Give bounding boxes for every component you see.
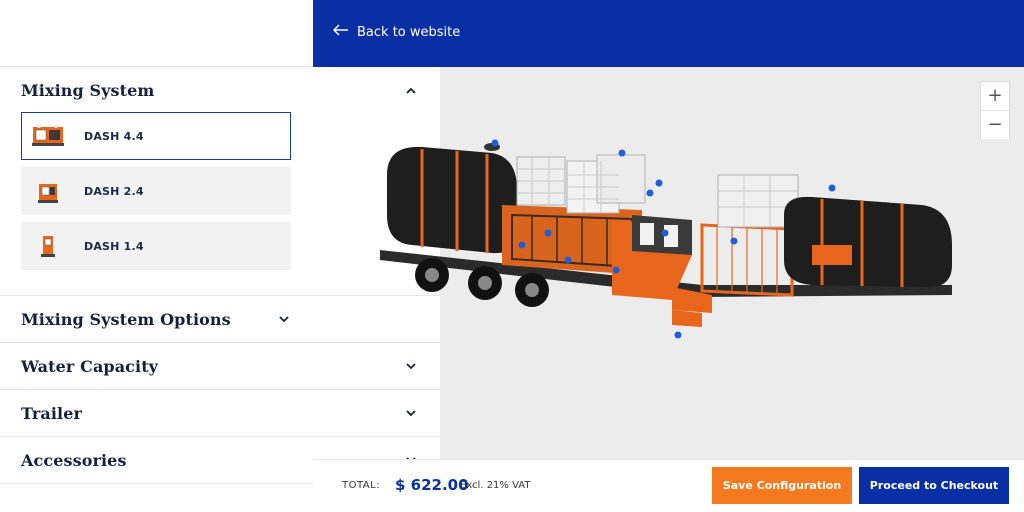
section-title: Mixing System Options — [21, 309, 231, 329]
save-configuration-button[interactable]: Save Configuration — [712, 467, 852, 504]
proceed-to-checkout-button[interactable]: Proceed to Checkout — [859, 467, 1009, 504]
section-header-water-capacity[interactable]: Water Capacity — [0, 343, 440, 389]
section-title: Mixing System — [21, 81, 155, 100]
arrow-left-icon — [332, 24, 357, 40]
option-dash-4-4[interactable]: DASH 4.4 — [21, 112, 291, 160]
option-dash-1-4[interactable]: DASH 1.4 — [21, 222, 291, 270]
option-label: DASH 4.4 — [84, 129, 144, 143]
option-label: DASH 1.4 — [84, 239, 144, 253]
section-trailer: Trailer — [0, 390, 440, 437]
configurator-footer: TOTAL: $ 622.00 Excl. 21% VAT Save Confi… — [313, 459, 1024, 512]
chevron-down-icon[interactable] — [277, 312, 291, 326]
section-title: Trailer — [21, 403, 83, 423]
total-price: $ 622.00 — [395, 476, 469, 494]
dash-1-4-thumbnail — [30, 228, 66, 264]
zoom-controls: + − — [980, 81, 1010, 139]
dash-4-4-thumbnail — [30, 118, 66, 154]
chevron-down-icon[interactable] — [404, 359, 418, 373]
total-label: TOTAL: — [342, 480, 381, 491]
header-left-blank — [0, 0, 313, 67]
dash-2-4-thumbnail — [30, 173, 66, 209]
back-to-website-link[interactable]: Back to website — [332, 24, 461, 40]
section-header-mixing-system[interactable]: Mixing System — [0, 67, 440, 112]
vat-note: Excl. 21% VAT — [460, 480, 531, 491]
section-header-mixing-system-options[interactable]: Mixing System Options — [0, 296, 313, 342]
section-header-trailer[interactable]: Trailer — [0, 390, 440, 436]
section-title: Water Capacity — [21, 356, 159, 376]
section-title: Accessories — [21, 450, 127, 470]
option-dash-2-4[interactable]: DASH 2.4 — [21, 167, 291, 215]
right-water-tank — [784, 196, 952, 288]
back-link-label: Back to website — [357, 24, 461, 40]
left-water-tank — [387, 143, 517, 254]
zoom-in-button[interactable]: + — [981, 82, 1009, 110]
header-bar: Back to website — [313, 0, 1024, 67]
trailer-3d-model[interactable] — [372, 135, 962, 345]
ibc-tote-group-left — [516, 154, 646, 214]
chevron-up-icon[interactable] — [404, 84, 418, 98]
option-label: DASH 2.4 — [84, 184, 144, 198]
section-water-capacity: Water Capacity — [0, 343, 440, 390]
zoom-out-button[interactable]: − — [981, 111, 1009, 139]
chevron-down-icon[interactable] — [404, 406, 418, 420]
